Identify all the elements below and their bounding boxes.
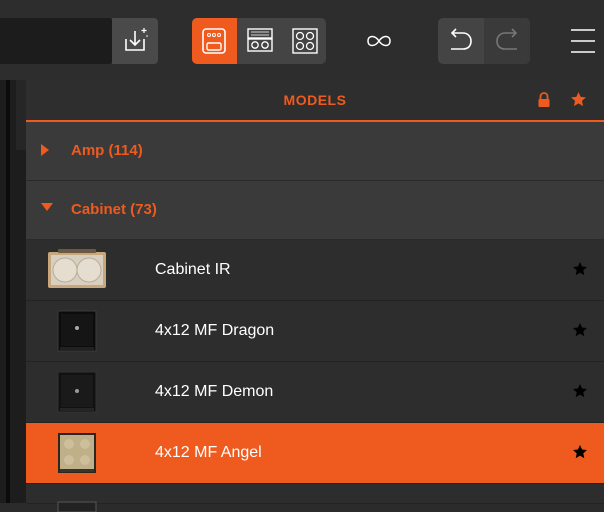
left-panel-edge: [0, 80, 26, 503]
caret-down-icon: [41, 203, 53, 211]
undo-icon: [450, 28, 472, 50]
star-icon[interactable]: [570, 91, 587, 108]
list-item-partial[interactable]: [26, 484, 604, 512]
model-label: 4x12 MF Demon: [155, 383, 274, 400]
category-amp[interactable]: Amp (114): [26, 122, 604, 181]
left-panel-divider: [6, 80, 10, 503]
lock-icon[interactable]: [537, 92, 551, 108]
view-mode-group: [192, 18, 326, 64]
link-button[interactable]: [356, 18, 402, 64]
list-item-4x12-mf-angel[interactable]: 4x12 MF Angel: [26, 423, 604, 484]
cabinet-tan-icon: [58, 433, 96, 473]
left-panel-notch: [16, 80, 26, 150]
import-button[interactable]: [112, 18, 158, 64]
redo-button[interactable]: [484, 18, 530, 64]
list-item-cabinet-ir[interactable]: Cabinet IR: [26, 240, 604, 301]
menu-button[interactable]: [560, 18, 604, 64]
models-panel-header: MODELS: [26, 80, 604, 122]
category-label: Cabinet (73): [71, 201, 157, 218]
cabinet-view-button[interactable]: [282, 18, 326, 64]
cabinet-black-icon: [57, 371, 97, 413]
search-input[interactable]: [0, 18, 112, 64]
history-group: [438, 18, 530, 64]
import-icon: [125, 28, 148, 51]
star-icon[interactable]: [572, 261, 588, 277]
star-icon[interactable]: [572, 322, 588, 338]
star-icon[interactable]: [572, 383, 588, 399]
model-label: Cabinet IR: [155, 261, 231, 278]
link-icon: [367, 35, 391, 47]
model-label: 4x12 MF Dragon: [155, 322, 275, 339]
star-icon[interactable]: [572, 444, 588, 460]
model-label: 4x12 MF Angel: [155, 444, 262, 461]
rack-view-button[interactable]: [237, 18, 282, 64]
menu-icon: [571, 29, 595, 53]
stompbox-view-icon: [202, 28, 226, 54]
undo-button[interactable]: [438, 18, 484, 64]
category-cabinet[interactable]: Cabinet (73): [26, 181, 604, 240]
cabinet-view-icon: [292, 28, 318, 54]
models-panel: MODELS Amp (114) Cabinet (73) Cabinet IR…: [26, 80, 604, 512]
redo-icon: [496, 28, 518, 50]
list-item-4x12-mf-dragon[interactable]: 4x12 MF Dragon: [26, 301, 604, 362]
list-item-4x12-mf-demon[interactable]: 4x12 MF Demon: [26, 362, 604, 423]
cabinet-2x12-icon: [48, 249, 106, 288]
cabinet-black-icon: [57, 310, 97, 352]
top-toolbar: [0, 0, 604, 80]
category-label: Amp (114): [71, 142, 143, 159]
caret-right-icon: [41, 144, 49, 156]
panel-title: MODELS: [283, 92, 347, 108]
stompbox-view-button[interactable]: [192, 18, 237, 64]
rack-view-icon: [247, 28, 273, 52]
